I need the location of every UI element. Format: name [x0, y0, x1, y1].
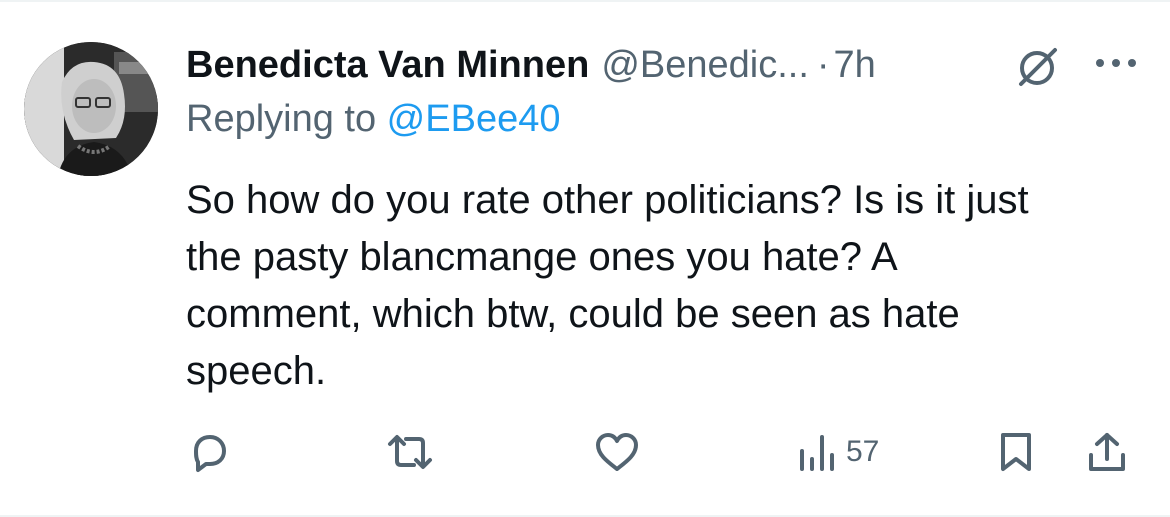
views-icon: [800, 435, 834, 471]
author-handle[interactable]: @Benedic...: [601, 44, 809, 87]
author-display-name[interactable]: Benedicta Van Minnen: [186, 44, 589, 87]
tweet-text-line: comment, which btw, could be seen as hat…: [186, 292, 960, 336]
no-sign-icon: [1013, 44, 1061, 88]
tweet-card[interactable]: Benedicta Van Minnen @Benedic... · 7h Re…: [0, 0, 1170, 517]
replying-to-label: Replying to: [186, 98, 387, 140]
like-button[interactable]: [592, 422, 642, 482]
retweet-button[interactable]: [382, 422, 438, 482]
avatar[interactable]: [24, 42, 158, 176]
views-button[interactable]: 57: [796, 422, 879, 482]
bookmark-icon: [1001, 433, 1031, 471]
action-bar: 57: [0, 422, 1170, 482]
share-button[interactable]: [1084, 422, 1130, 482]
retweet-icon: [388, 435, 432, 469]
reply-button[interactable]: [186, 422, 232, 482]
more-options-icon[interactable]: [1090, 48, 1142, 78]
tweet-text: So how do you rate other politicians? Is…: [186, 172, 1146, 400]
like-icon: [596, 433, 638, 471]
timestamp[interactable]: 7h: [834, 44, 876, 87]
tweet-text-line: So how do you rate other politicians? Is…: [186, 178, 1029, 222]
reply-mention-link[interactable]: @EBee40: [387, 98, 561, 140]
views-count: 57: [846, 435, 880, 468]
tweet-text-line: the pasty blancmange ones you hate? A: [186, 235, 898, 279]
reply-icon: [194, 435, 226, 472]
separator-dot: ·: [816, 43, 830, 86]
replying-to: Replying to @EBee40: [186, 98, 560, 141]
share-icon: [1089, 433, 1125, 471]
tweet-text-line: speech.: [186, 349, 327, 393]
bookmark-button[interactable]: [995, 422, 1037, 482]
tweet-header: Benedicta Van Minnen @Benedic... · 7h: [186, 40, 876, 90]
